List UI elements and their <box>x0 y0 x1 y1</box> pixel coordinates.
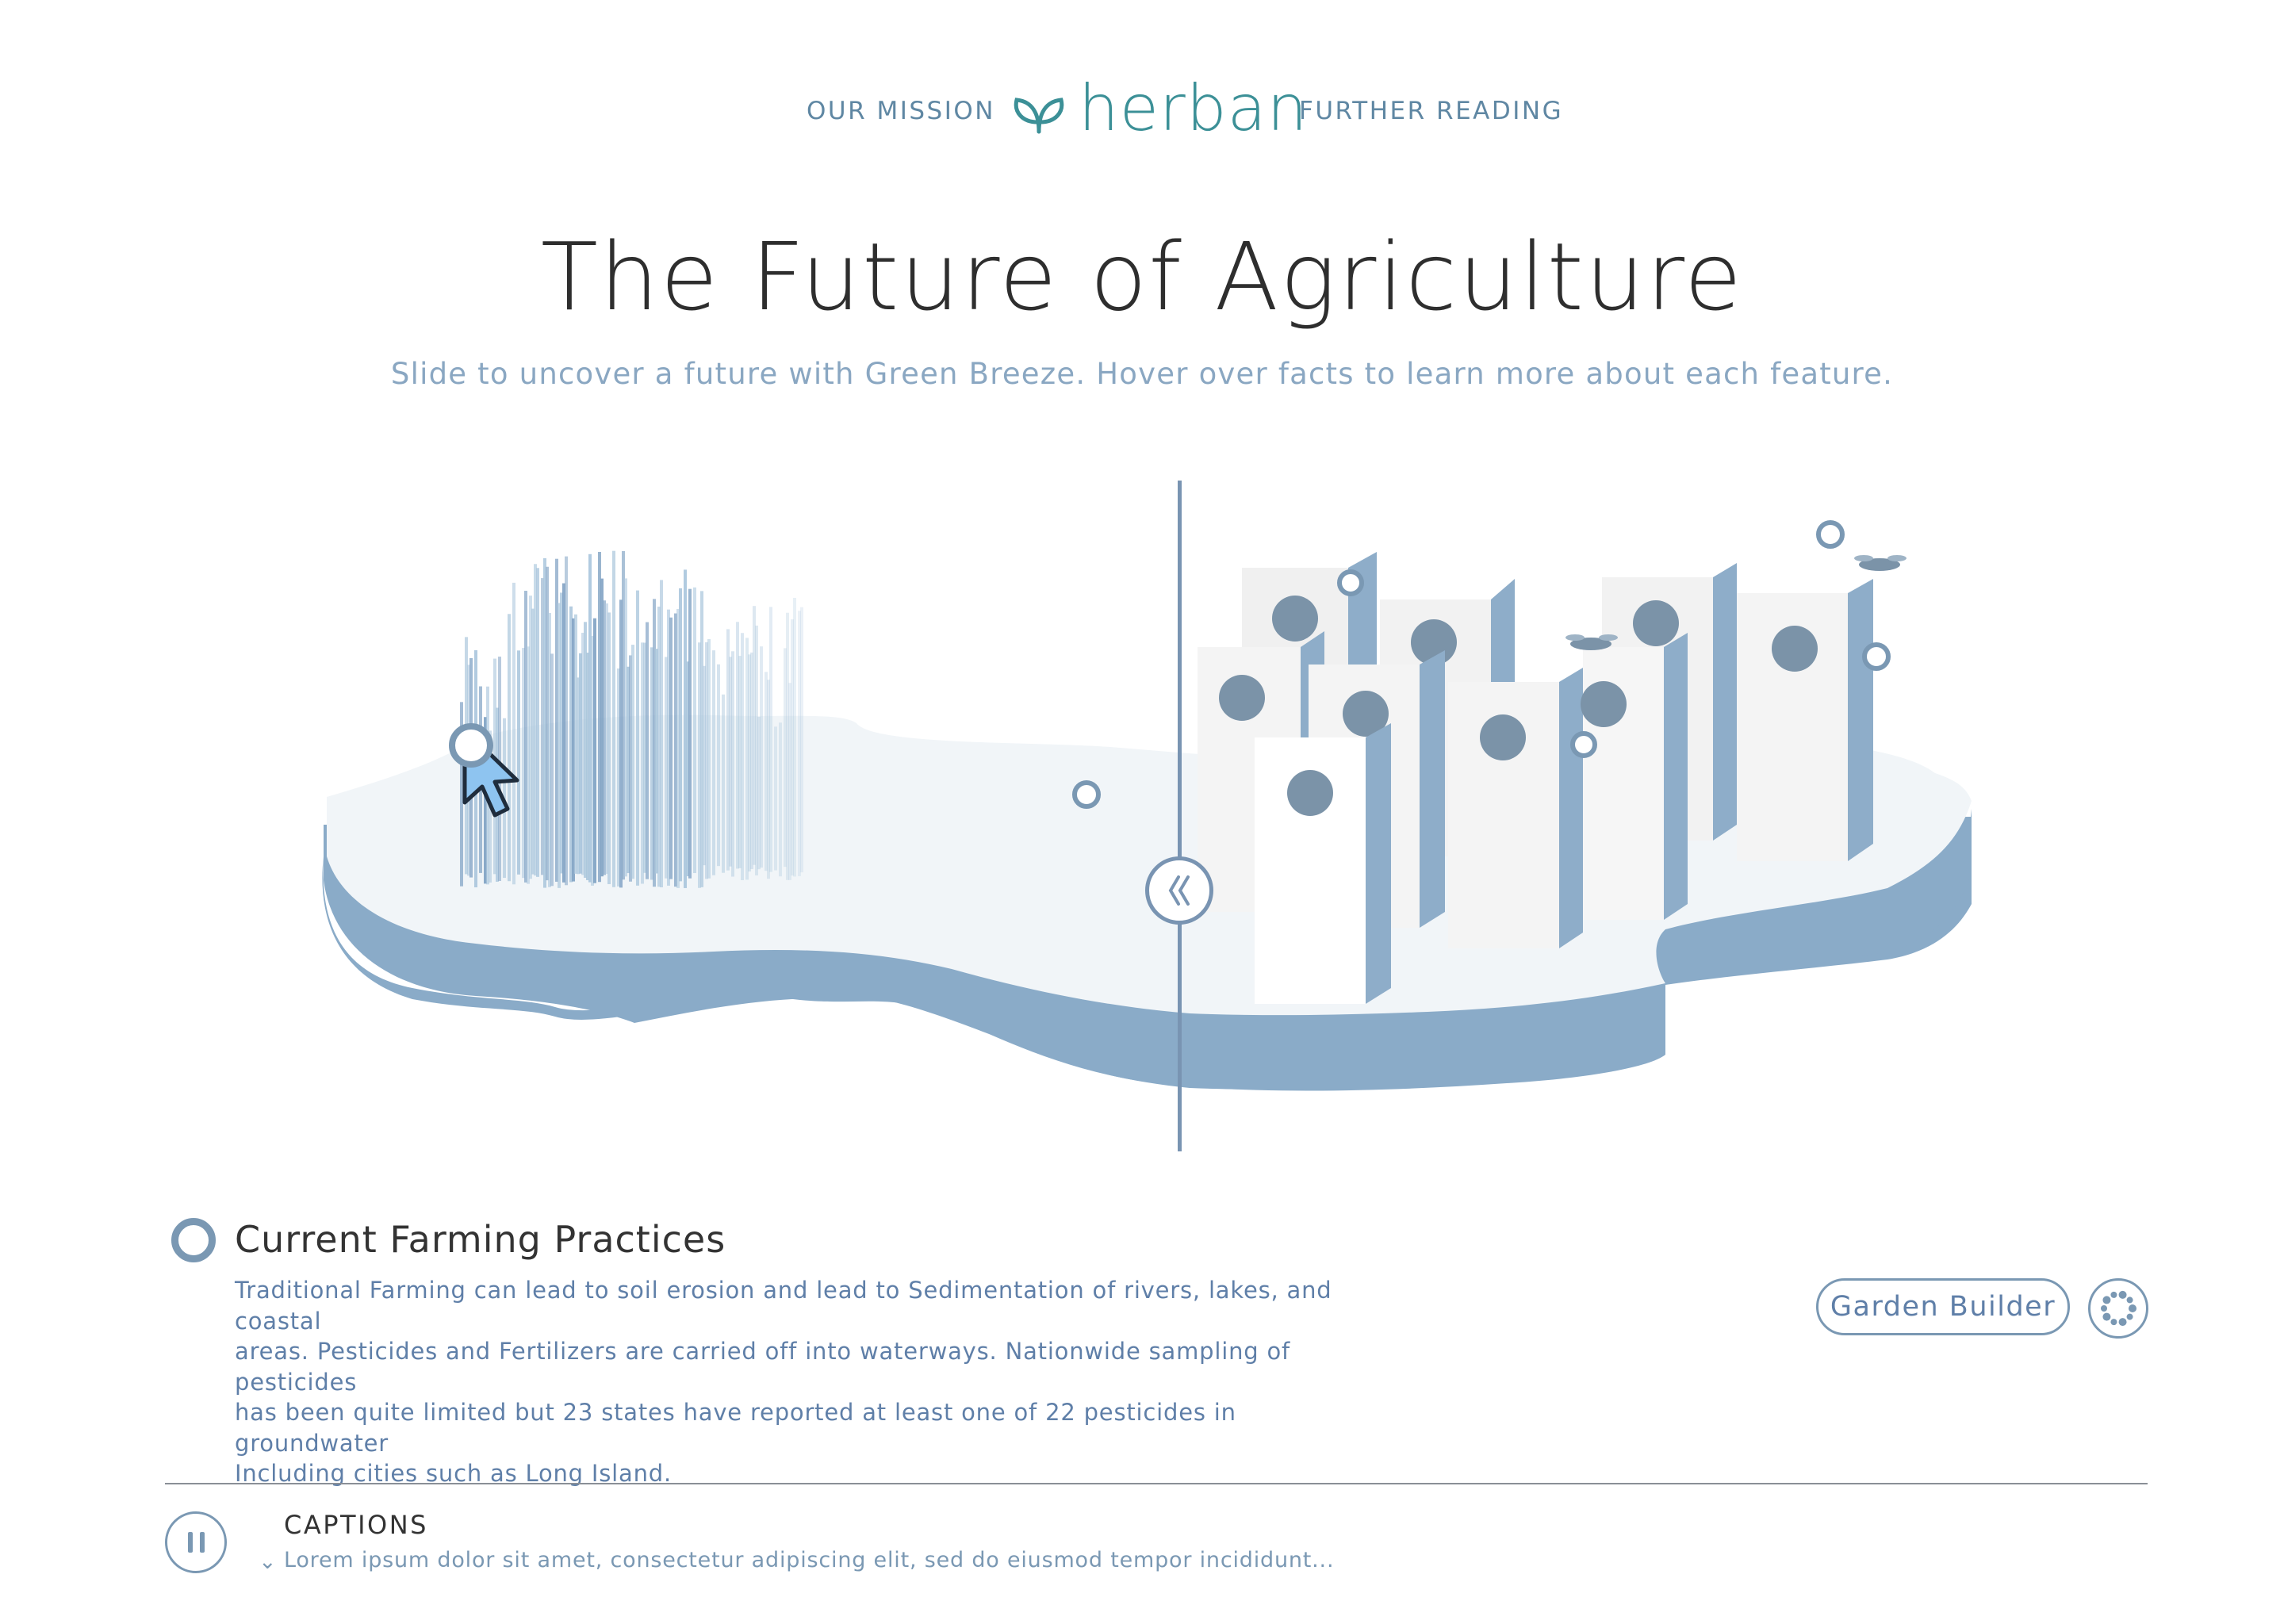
loader-dot <box>2129 1304 2136 1312</box>
info-line: Traditional Farming can lead to soil ero… <box>235 1277 1332 1335</box>
comparison-slider-handle[interactable] <box>1145 856 1213 925</box>
loader-dot <box>2118 1290 2127 1299</box>
leaf-icon <box>1014 98 1064 134</box>
crop-stalk <box>636 590 639 886</box>
nav-our-mission[interactable]: OUR MISSION <box>807 97 995 125</box>
crop-stalk <box>631 645 634 879</box>
info-marker-icon <box>171 1218 216 1262</box>
crop-stalk <box>612 550 615 887</box>
loader-dot <box>2126 1313 2133 1320</box>
agriculture-illustration <box>322 550 1972 1091</box>
page-title: The Future of Agriculture <box>540 222 1744 331</box>
crop-stalk <box>550 653 554 887</box>
loader-dot <box>2102 1296 2111 1304</box>
pause-button[interactable] <box>165 1511 227 1573</box>
brand-name: herban <box>1079 71 1309 145</box>
crop-stalk <box>517 650 520 875</box>
crop-stalk <box>512 582 515 885</box>
crop-stalk <box>731 651 734 877</box>
captions-label: CAPTIONS <box>284 1510 428 1540</box>
captions-text: Lorem ipsum dolor sit amet, consectetur … <box>284 1548 1335 1572</box>
chevron-down-icon[interactable]: ⌄ <box>259 1549 277 1574</box>
section-divider <box>165 1483 2148 1484</box>
crop-stalk <box>593 618 596 883</box>
nav-further-reading[interactable]: FURTHER READING <box>1299 97 1563 125</box>
loader-dot <box>2101 1305 2107 1312</box>
loading-dots-icon <box>2101 1290 2136 1327</box>
info-title: Current Farming Practices <box>235 1218 726 1261</box>
drone-icon <box>1854 555 1907 571</box>
crop-stalk <box>712 650 715 875</box>
hotspot-farm-1[interactable] <box>1337 569 1364 596</box>
crop-stalk <box>779 722 782 877</box>
hotspot-farm-3[interactable] <box>1570 731 1597 758</box>
crop-stalk <box>536 568 539 877</box>
herban-logo[interactable]: herban <box>1007 71 1307 146</box>
info-line: has been quite limited but 23 states hav… <box>235 1399 1236 1457</box>
hotspot-drone[interactable] <box>1816 520 1845 549</box>
crop-stalk <box>565 556 568 886</box>
hotspot-field[interactable] <box>1072 780 1101 809</box>
loader-dot <box>2110 1319 2117 1326</box>
garden-builder-button[interactable]: Garden Builder <box>1816 1278 2070 1335</box>
crop-stalk <box>769 607 772 872</box>
crop-stalk <box>760 646 763 868</box>
crop-stalk <box>660 580 663 887</box>
pause-icon <box>199 1532 205 1553</box>
crop-stalk <box>607 612 611 884</box>
info-line: areas. Pesticides and Fertilizers are ca… <box>235 1338 1291 1396</box>
crop-stalk <box>800 607 803 873</box>
crop-stalk <box>693 587 696 874</box>
crop-stalk <box>679 588 682 882</box>
loader-dot <box>2118 1318 2127 1327</box>
chevron-double-left-icon <box>1168 875 1190 906</box>
loader-dot <box>2126 1297 2133 1304</box>
info-description: Traditional Farming can lead to soil ero… <box>235 1275 1393 1489</box>
crop-stalk <box>707 638 711 879</box>
hotspot-farm-2[interactable] <box>1862 642 1891 671</box>
crop-stalk <box>669 617 673 879</box>
dots-circle-button[interactable] <box>2088 1278 2148 1339</box>
crop-stalk <box>722 694 725 873</box>
pause-icon <box>187 1532 193 1553</box>
hotspot-crops[interactable] <box>449 723 493 768</box>
crop-stalk <box>741 633 744 880</box>
comparison-divider[interactable] <box>1178 481 1182 1151</box>
crop-stalk <box>646 622 649 879</box>
crop-stalk <box>793 597 796 877</box>
loader-dot <box>2110 1291 2117 1298</box>
page-subtitle: Slide to uncover a future with Green Bre… <box>390 357 1894 391</box>
crop-stalk <box>688 588 692 879</box>
loader-dot <box>2102 1312 2111 1321</box>
crop-stalk <box>774 726 777 871</box>
crop-stalk <box>717 664 720 867</box>
crop-stalk <box>508 614 511 882</box>
